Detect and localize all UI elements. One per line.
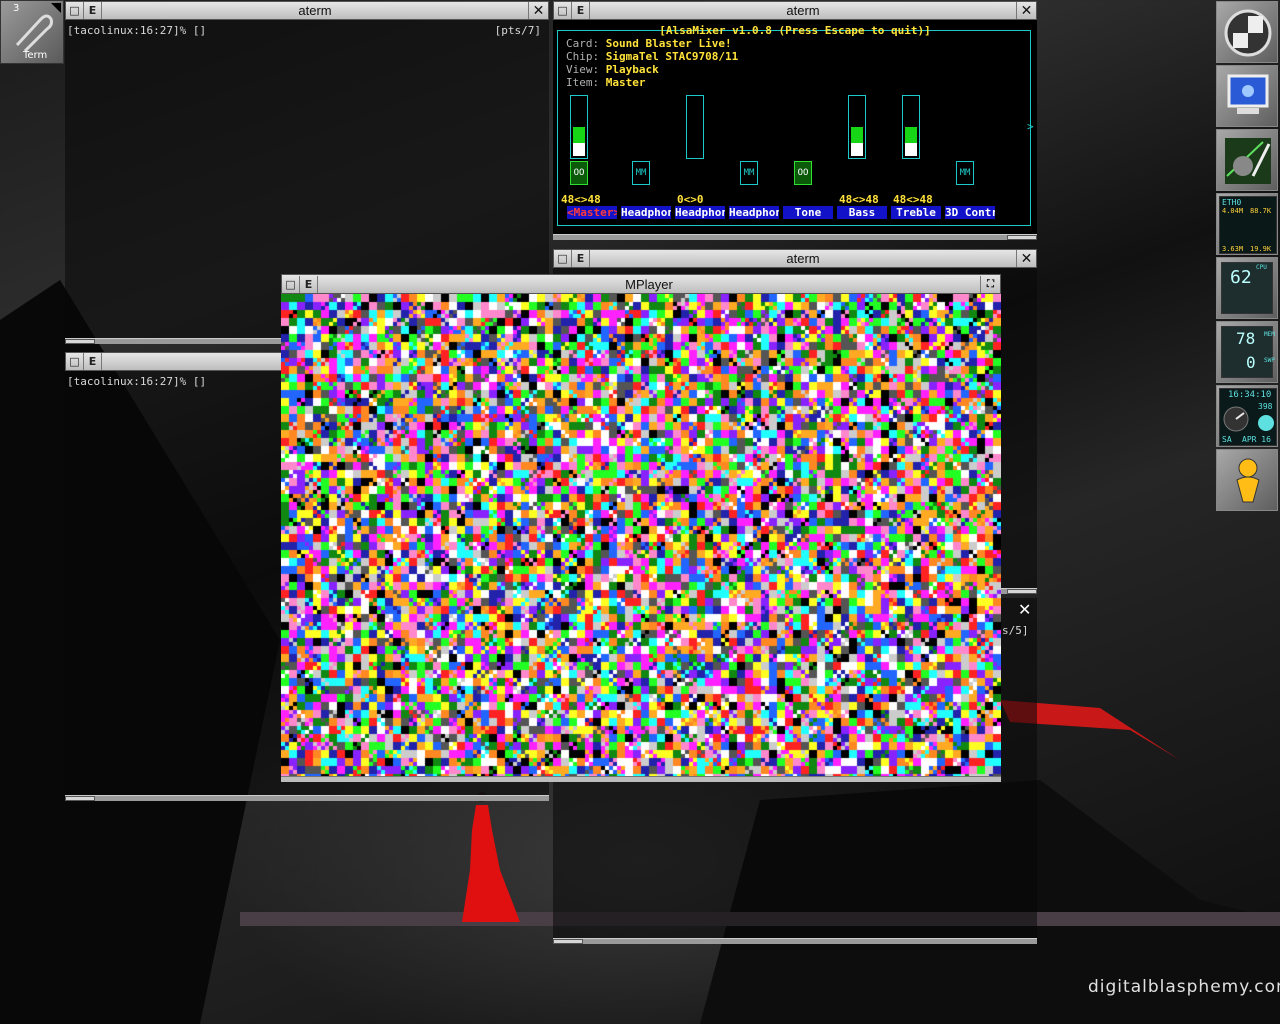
maximize-icon[interactable]: ⛶ [980,275,1000,293]
net-out: 3.63M [1222,245,1244,253]
scrollbar-thumb[interactable] [1007,235,1037,240]
swap-label: SWP [1264,357,1275,364]
clock-day: SA [1222,435,1232,444]
clock-dial-icon [1223,406,1274,432]
workspace-launcher[interactable]: 3 Term [0,0,64,64]
channel-mute-toggle[interactable]: MM [632,161,650,185]
window-title: aterm [786,251,820,266]
scrollbar-aterm-top-right[interactable] [553,234,1037,240]
iconify-button[interactable]: □ [554,2,572,19]
close-icon[interactable]: ✕ [1018,600,1031,619]
channel-name[interactable]: Bass [837,206,887,219]
channel-volume-bar[interactable] [570,95,588,159]
graphics-pen-icon [1225,138,1271,184]
titlebar-mplayer[interactable]: □ E MPlayer ⛶ [281,274,1001,294]
iconify-button[interactable]: □ [554,250,572,267]
mem-percent: 78 [1236,329,1256,348]
terminal-pts: s/5] [1002,624,1029,637]
channel-volume-peak [851,143,863,156]
dock-app-clock: 16:34:10 398 SA APR 16 [1216,385,1278,447]
window-title: aterm [298,3,332,18]
channel-volume-bar[interactable] [848,95,866,159]
channel-name[interactable]: <Master> [567,206,617,219]
channel-volume-value: 0<>0 [677,193,704,206]
channel-name[interactable]: Treble [891,206,941,219]
person-icon [1236,458,1260,503]
clock-time: 16:34:10 [1228,390,1272,400]
scrollbar-thumb[interactable] [65,796,95,801]
terminal-pts: [pts/7] [494,24,541,37]
dock-app-cpu: 62 CPU [1216,257,1278,319]
cpu-label: CPU [1256,264,1267,271]
channel-name[interactable]: 3D Contr [945,206,995,219]
channel-volume-peak [905,143,917,156]
scrollbar-aterm-bottom-right[interactable] [553,938,1037,944]
launcher-label: Term [23,50,48,61]
swap-percent: 0 [1246,353,1256,372]
net-in2: 88.7K [1250,207,1272,215]
mem-label: MEM [1264,331,1275,338]
titlebar-aterm-top-right[interactable]: □ E aterm ✕ [553,1,1037,20]
shade-button[interactable]: E [572,2,590,19]
terminal-prompt: [tacolinux:16:27]% [] [67,24,207,37]
channel-name[interactable]: Tone [783,206,833,219]
mplayer-bottom-border [281,776,1001,782]
watermark-text: digitalblasphemy.com [1088,977,1280,997]
channel-volume-bar[interactable] [686,95,704,159]
shade-button[interactable]: E [572,250,590,267]
scrollbar-thumb[interactable] [65,339,95,344]
channel-mute-toggle[interactable]: OO [794,161,812,185]
wm-logo-icon [1224,9,1272,57]
net-in: 4.04M [1222,207,1244,215]
close-button[interactable]: ✕ [1016,250,1036,267]
channel-volume-value: 48<>48 [893,193,933,206]
clock-date: APR 16 [1242,435,1271,444]
scrollbar-thumb[interactable] [553,939,583,944]
channel-volume-value: 48<>48 [561,193,601,206]
cpu-percent: 62 [1230,267,1252,288]
iconify-button[interactable]: □ [66,2,84,19]
mplayer-video[interactable] [281,294,1001,776]
channel-volume-value: 48<>48 [839,193,879,206]
iconify-button[interactable]: □ [282,275,300,293]
dock-app-graphics[interactable] [1216,129,1278,191]
mixer-channels[interactable]: OO 48<>48 <Master> MM Headphon 0<>0 Headphon MM… [553,20,1037,234]
scrollbar-thumb[interactable] [1007,589,1037,594]
channel-name[interactable]: Headphon [729,206,779,219]
dock-app-network: ETH0 4.04M 88.7K 3.63M 19.9K [1216,193,1278,255]
channel-name[interactable]: Headphon [621,206,671,219]
channel-volume-bar[interactable] [902,95,920,159]
shade-button[interactable]: E [300,275,318,293]
channel-mute-toggle[interactable]: MM [740,161,758,185]
dock-app-monitor[interactable] [1216,65,1278,127]
close-button[interactable]: ✕ [1016,2,1036,19]
net-out2: 19.9K [1250,245,1272,253]
scrollbar-aterm-mid-left[interactable] [65,795,549,801]
titlebar-aterm-mid-right[interactable]: □ E aterm ✕ [553,249,1037,268]
dock-app-user[interactable] [1216,449,1278,511]
window-title: aterm [786,3,820,18]
monitor-icon [1227,74,1269,114]
channel-mute-toggle[interactable]: MM [956,161,974,185]
shade-button[interactable]: E [84,353,102,370]
dock-app-window-manager[interactable] [1216,1,1278,63]
channel-name[interactable]: Headphon [675,206,725,219]
alsamixer-panel[interactable]: [AlsaMixer v1.0.8 (Press Escape to quit)… [553,20,1037,234]
close-button[interactable]: ✕ [528,2,548,19]
window-title: MPlayer [625,276,673,292]
iconify-button[interactable]: □ [66,353,84,370]
net-iface: ETH0 [1222,198,1242,207]
corner-triangle-icon [51,3,61,13]
channel-mute-toggle[interactable]: OO [570,161,588,185]
titlebar-aterm-top-left[interactable]: □ E aterm ✕ [65,1,549,20]
shade-button[interactable]: E [84,2,102,19]
dock-app-memory: 78 MEM 0 SWP [1216,321,1278,383]
channel-volume-peak [573,143,585,156]
terminal-prompt: [tacolinux:16:27]% [] [67,375,207,388]
